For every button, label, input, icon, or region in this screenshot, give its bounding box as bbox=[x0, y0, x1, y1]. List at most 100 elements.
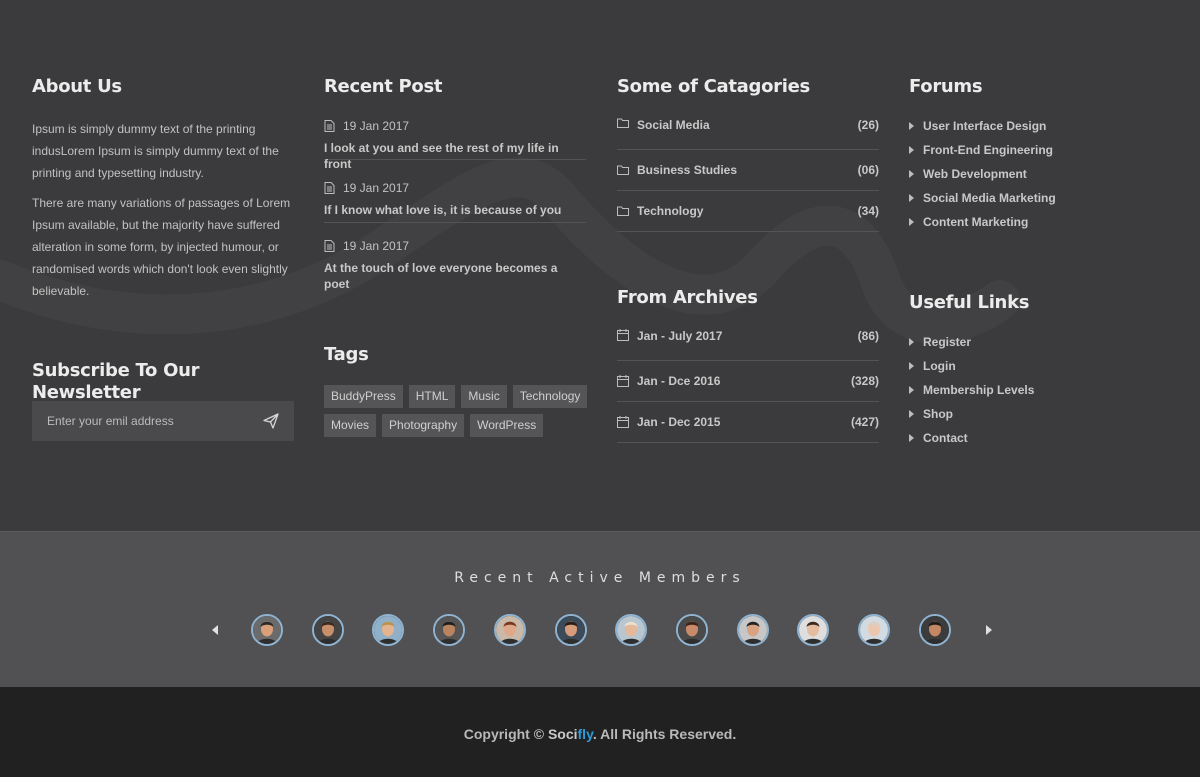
email-input[interactable] bbox=[32, 401, 252, 441]
category-name: Business Studies bbox=[637, 163, 738, 177]
avatar-face-icon bbox=[253, 616, 281, 644]
tag-technology[interactable]: Technology bbox=[512, 385, 588, 408]
category-count: (06) bbox=[857, 163, 879, 177]
category-count: (26) bbox=[857, 118, 879, 132]
useful-links-widget: Useful Links Register Login Membership L… bbox=[909, 292, 1169, 450]
brand-name-part-2[interactable]: fly bbox=[578, 726, 593, 742]
calendar-icon bbox=[617, 416, 629, 428]
tag-photography[interactable]: Photography bbox=[382, 414, 465, 437]
post-title-link[interactable]: If I know what love is, it is because of… bbox=[324, 202, 586, 218]
carousel-next-icon[interactable] bbox=[986, 625, 992, 635]
archive-item[interactable]: Jan - July 2017 (86) bbox=[617, 329, 879, 361]
member-avatar[interactable] bbox=[676, 614, 708, 646]
category-item[interactable]: Social Media (26) bbox=[617, 118, 879, 150]
categories-widget: Some of Catagories Social Media (26) Bus… bbox=[617, 76, 879, 232]
member-avatar[interactable] bbox=[494, 614, 526, 646]
member-avatar[interactable] bbox=[737, 614, 769, 646]
category-name: Technology bbox=[637, 204, 704, 218]
useful-link[interactable]: Register bbox=[909, 330, 1169, 354]
caret-right-icon bbox=[909, 146, 914, 154]
archive-count: (328) bbox=[850, 374, 879, 388]
about-paragraph-2: There are many variations of passages of… bbox=[32, 196, 291, 298]
useful-link[interactable]: Membership Levels bbox=[909, 378, 1169, 402]
tag-movies[interactable]: Movies bbox=[324, 414, 377, 437]
category-item[interactable]: Business Studies (06) bbox=[617, 150, 879, 191]
avatar-face-icon bbox=[617, 616, 645, 644]
member-avatar[interactable] bbox=[919, 614, 951, 646]
folder-icon bbox=[617, 206, 629, 216]
avatar-face-icon bbox=[496, 616, 524, 644]
useful-link[interactable]: Login bbox=[909, 354, 1169, 378]
tag-cloud: BuddyPress HTML Music Technology Movies … bbox=[324, 385, 594, 437]
forum-link-label: Social Media Marketing bbox=[923, 191, 1056, 205]
member-avatar[interactable] bbox=[433, 614, 465, 646]
caret-right-icon bbox=[909, 194, 914, 202]
category-item[interactable]: Technology (34) bbox=[617, 191, 879, 232]
tag-wordpress[interactable]: WordPress bbox=[470, 414, 544, 437]
useful-link[interactable]: Contact bbox=[909, 426, 1169, 450]
forum-link-label: Content Marketing bbox=[923, 215, 1029, 229]
archive-name: Jan - Dec 2015 bbox=[637, 415, 721, 429]
archives-widget: From Archives Jan - July 2017 (86) Jan -… bbox=[617, 287, 879, 443]
member-avatar[interactable] bbox=[615, 614, 647, 646]
caret-right-icon bbox=[909, 434, 914, 442]
category-count: (34) bbox=[857, 204, 879, 218]
forum-link[interactable]: User Interface Design bbox=[909, 114, 1169, 138]
member-avatar[interactable] bbox=[797, 614, 829, 646]
brand-name-part-1[interactable]: Soci bbox=[548, 726, 578, 742]
carousel-prev-icon[interactable] bbox=[212, 625, 218, 635]
avatar-face-icon bbox=[314, 616, 342, 644]
category-list: Social Media (26) Business Studies (06) … bbox=[617, 118, 879, 232]
forum-link[interactable]: Front-End Engineering bbox=[909, 138, 1169, 162]
forum-link[interactable]: Content Marketing bbox=[909, 210, 1169, 234]
post-item: 19 Jan 2017 I look at you and see the re… bbox=[324, 118, 586, 171]
caret-right-icon bbox=[909, 410, 914, 418]
archive-item[interactable]: Jan - Dec 2015 (427) bbox=[617, 402, 879, 443]
tag-music[interactable]: Music bbox=[461, 385, 507, 408]
recent-members-band: Recent Active Members bbox=[0, 531, 1200, 687]
copyright-suffix: . All Rights Reserved. bbox=[592, 726, 737, 742]
post-date: 19 Jan 2017 bbox=[324, 118, 586, 134]
forums-heading: Forums bbox=[909, 76, 983, 97]
useful-link[interactable]: Shop bbox=[909, 402, 1169, 426]
post-title-link[interactable]: At the touch of love everyone becomes a … bbox=[324, 260, 586, 292]
caret-right-icon bbox=[909, 218, 914, 226]
tags-heading: Tags bbox=[324, 344, 369, 365]
archive-item[interactable]: Jan - Dce 2016 (328) bbox=[617, 361, 879, 402]
archive-name: Jan - Dce 2016 bbox=[637, 374, 721, 388]
useful-link-label: Register bbox=[923, 335, 972, 349]
copyright-bar: Copyright © Socifly. All Rights Reserved… bbox=[0, 687, 1200, 777]
forum-list: User Interface Design Front-End Engineer… bbox=[909, 114, 1169, 234]
tag-html[interactable]: HTML bbox=[408, 385, 456, 408]
member-avatar[interactable] bbox=[251, 614, 283, 646]
copyright-prefix: Copyright © bbox=[463, 726, 548, 742]
recent-post-widget: Recent Post 19 Jan 2017 I look at you an… bbox=[324, 76, 586, 291]
archive-count: (86) bbox=[857, 329, 879, 343]
archives-heading: From Archives bbox=[617, 287, 758, 308]
avatar-face-icon bbox=[921, 616, 949, 644]
member-avatar[interactable] bbox=[555, 614, 587, 646]
member-avatar[interactable] bbox=[858, 614, 890, 646]
paper-plane-icon[interactable] bbox=[262, 412, 280, 430]
caret-right-icon bbox=[909, 362, 914, 370]
archive-count: (427) bbox=[850, 415, 879, 429]
about-us-heading: About Us bbox=[32, 76, 122, 97]
forum-link-label: Web Development bbox=[923, 167, 1027, 181]
avatar-face-icon bbox=[799, 616, 827, 644]
tag-buddypress[interactable]: BuddyPress bbox=[324, 385, 403, 408]
document-icon bbox=[324, 120, 335, 132]
member-avatar[interactable] bbox=[372, 614, 404, 646]
member-avatar[interactable] bbox=[312, 614, 344, 646]
forum-link[interactable]: Web Development bbox=[909, 162, 1169, 186]
avatar-face-icon bbox=[435, 616, 463, 644]
post-date: 19 Jan 2017 bbox=[324, 238, 586, 254]
forum-link[interactable]: Social Media Marketing bbox=[909, 186, 1169, 210]
recent-members-heading: Recent Active Members bbox=[454, 570, 746, 586]
avatar-face-icon bbox=[374, 616, 402, 644]
caret-right-icon bbox=[909, 170, 914, 178]
post-date-text: 19 Jan 2017 bbox=[343, 119, 410, 133]
forums-widget: Forums User Interface Design Front-End E… bbox=[909, 76, 1169, 234]
caret-right-icon bbox=[909, 122, 914, 130]
categories-heading: Some of Catagories bbox=[617, 76, 810, 97]
calendar-icon bbox=[617, 375, 629, 387]
